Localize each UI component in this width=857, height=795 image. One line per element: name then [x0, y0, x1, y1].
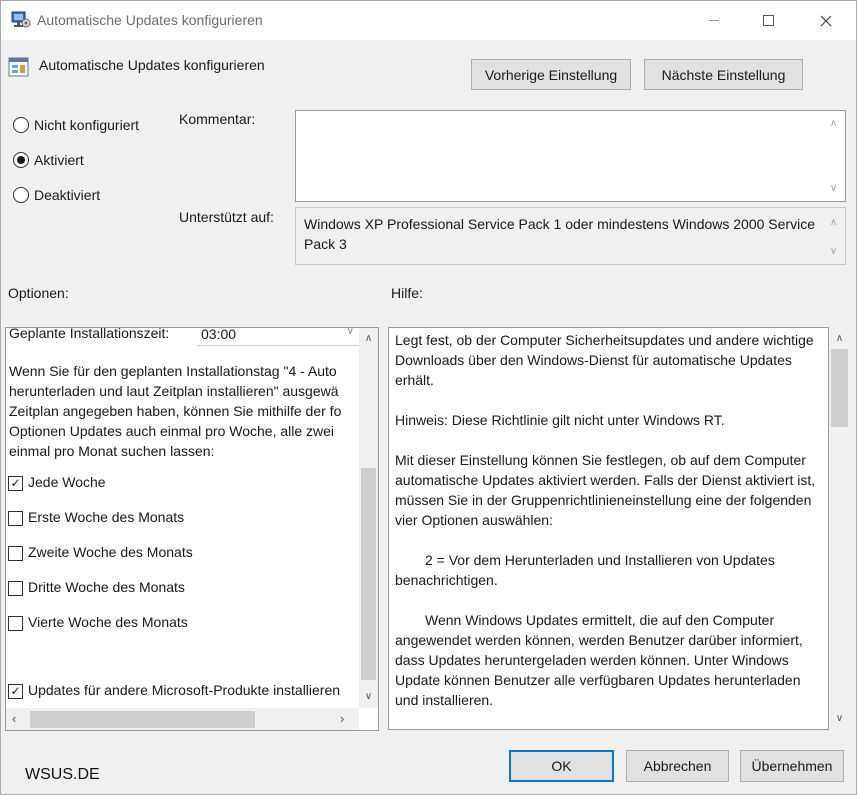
scroll-up-icon[interactable]: ∧: [831, 330, 848, 347]
maximize-icon: [762, 15, 774, 26]
scrollbar-thumb[interactable]: [831, 349, 848, 427]
chevron-down-icon: ∨: [346, 327, 354, 337]
comment-textarea[interactable]: ∧ ∨: [295, 110, 846, 202]
scroll-down-icon[interactable]: ∨: [360, 688, 377, 705]
supported-label: Unterstützt auf:: [179, 209, 274, 225]
policy-icon: [8, 56, 30, 78]
radio-enabled-label[interactable]: Aktiviert: [34, 152, 84, 168]
ok-button[interactable]: OK: [509, 750, 614, 782]
next-setting-button[interactable]: Nächste Einstellung: [644, 59, 803, 90]
help-paragraph: Legt fest, ob der Computer Sicherheitsup…: [395, 332, 814, 388]
checkbox-other-products[interactable]: ✓: [8, 684, 23, 699]
comment-label: Kommentar:: [179, 111, 256, 127]
install-time-label: Geplante Installationszeit:: [9, 327, 170, 341]
checkbox-fourth-week-label[interactable]: Vierte Woche des Monats: [28, 614, 188, 630]
help-paragraph: 2 = Vor dem Herunterladen und Installier…: [395, 552, 775, 588]
dialog-window: Automatische Updates konfigurieren Autom…: [0, 0, 857, 795]
cancel-button[interactable]: Abbrechen: [626, 750, 729, 782]
checkbox-first-week-label[interactable]: Erste Woche des Monats: [28, 509, 184, 525]
options-horizontal-scrollbar[interactable]: ‹ ›: [6, 708, 359, 730]
radio-not-configured[interactable]: [13, 117, 29, 133]
radio-enabled[interactable]: [13, 152, 29, 168]
checkbox-fourth-week[interactable]: [8, 616, 23, 631]
scroll-up-icon[interactable]: ∧: [825, 115, 842, 132]
help-paragraph: Hinweis: Diese Richtlinie gilt nicht unt…: [395, 412, 725, 428]
supported-value: Windows XP Professional Service Pack 1 o…: [304, 216, 815, 252]
options-label: Optionen:: [8, 285, 69, 301]
close-icon: [820, 15, 832, 26]
minimize-icon: [709, 20, 719, 21]
help-paragraph: Wenn Windows Updates ermittelt, die auf …: [395, 612, 803, 708]
apply-button[interactable]: Übernehmen: [740, 750, 844, 782]
checkbox-every-week[interactable]: ✓: [8, 476, 23, 491]
scrollbar-thumb[interactable]: [30, 711, 255, 728]
help-panel: Legt fest, ob der Computer Sicherheitsup…: [388, 327, 829, 730]
policy-heading: Automatische Updates konfigurieren: [39, 57, 265, 73]
radio-not-configured-label[interactable]: Nicht konfiguriert: [34, 117, 139, 133]
options-vertical-scrollbar[interactable]: ∧ ∨: [359, 328, 378, 708]
title-bar: Automatische Updates konfigurieren: [1, 1, 856, 40]
scroll-down-icon[interactable]: ∨: [825, 243, 842, 260]
checkbox-second-week[interactable]: [8, 546, 23, 561]
checkbox-first-week[interactable]: [8, 511, 23, 526]
help-vertical-scrollbar[interactable]: ∧ ∨: [830, 327, 849, 730]
options-panel: Geplante Installationszeit: 03:00 ∨ Wenn…: [5, 327, 379, 731]
install-time-select[interactable]: 03:00 ∨: [197, 327, 360, 346]
install-time-value: 03:00: [201, 327, 237, 342]
radio-disabled[interactable]: [13, 187, 29, 203]
help-label: Hilfe:: [391, 285, 423, 301]
chevron-left-icon[interactable]: ‹: [12, 711, 16, 726]
window-title: Automatische Updates konfigurieren: [37, 12, 263, 28]
scroll-up-icon[interactable]: ∧: [825, 214, 842, 231]
scroll-down-icon[interactable]: ∨: [825, 180, 842, 197]
options-description-line: einmal pro Monat suchen lassen:: [9, 443, 215, 459]
options-description-line: Wenn Sie für den geplanten Installations…: [9, 363, 337, 379]
maximize-button[interactable]: [745, 1, 791, 40]
radio-disabled-label[interactable]: Deaktiviert: [34, 187, 100, 203]
minimize-button[interactable]: [691, 1, 737, 40]
previous-setting-button[interactable]: Vorherige Einstellung: [471, 59, 631, 90]
help-paragraph: Mit dieser Einstellung können Sie festle…: [395, 452, 816, 528]
checkbox-third-week[interactable]: [8, 581, 23, 596]
checkbox-third-week-label[interactable]: Dritte Woche des Monats: [28, 579, 185, 595]
options-description-line: Zeitplan angegeben haben, können Sie mit…: [9, 403, 342, 419]
help-text: Legt fest, ob der Computer Sicherheitsup…: [395, 330, 823, 729]
app-icon: [11, 11, 31, 29]
scrollbar-thumb[interactable]: [361, 468, 376, 680]
watermark: WSUS.DE: [25, 766, 100, 783]
options-description-line: Optionen Updates auch einmal pro Woche, …: [9, 423, 335, 439]
checkbox-other-products-label[interactable]: Updates für andere Microsoft-Produkte in…: [28, 682, 356, 698]
scroll-up-icon[interactable]: ∧: [360, 330, 377, 347]
scroll-down-icon[interactable]: ∨: [831, 710, 848, 727]
checkbox-second-week-label[interactable]: Zweite Woche des Monats: [28, 544, 193, 560]
supported-field: Windows XP Professional Service Pack 1 o…: [295, 207, 846, 265]
close-button[interactable]: [803, 1, 849, 40]
chevron-right-icon[interactable]: ›: [340, 711, 344, 726]
checkbox-every-week-label[interactable]: Jede Woche: [28, 474, 106, 490]
options-description-line: herunterladen und laut Zeitplan installi…: [9, 383, 339, 399]
